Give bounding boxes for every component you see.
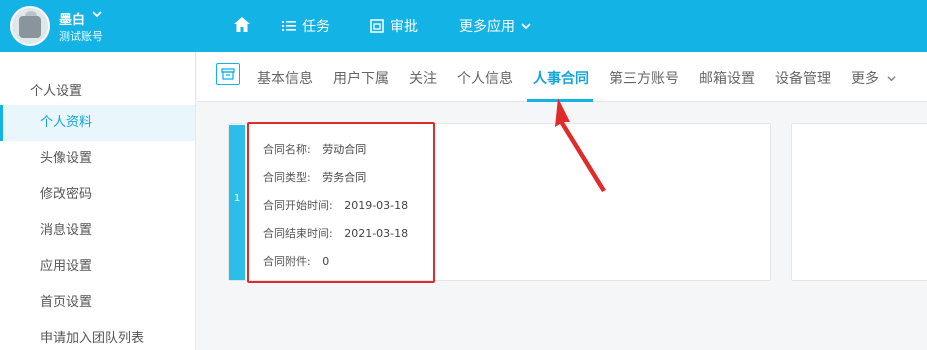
- annotation-arrow-icon: [555, 98, 606, 192]
